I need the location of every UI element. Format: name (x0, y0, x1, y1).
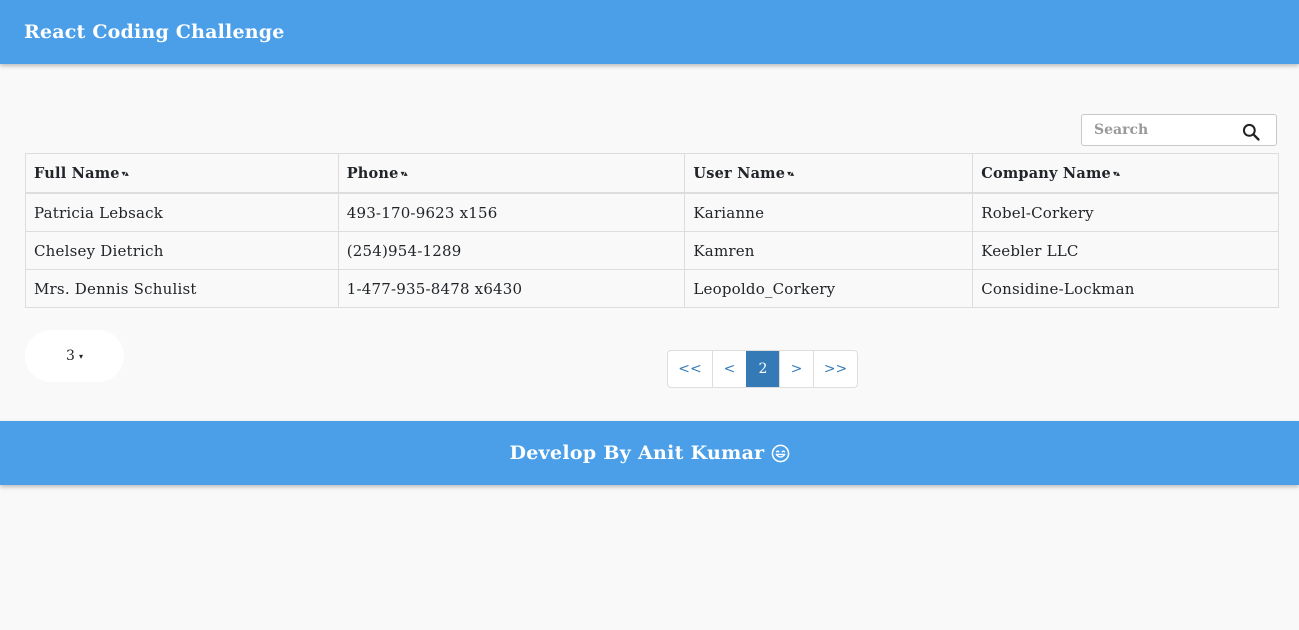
cell-phone: (254)954-1289 (337, 231, 686, 270)
current-page-button[interactable]: 2 (746, 351, 779, 387)
column-header-user-name[interactable]: User Name ▾▴ (684, 153, 974, 194)
page-size-value: 3 (66, 348, 75, 364)
page-size-dropdown[interactable]: 3 ▾ (25, 330, 124, 382)
column-label: Company Name (981, 164, 1111, 182)
cell-full-name: Patricia Lebsack (25, 192, 339, 232)
column-header-company-name[interactable]: Company Name ▾▴ (972, 153, 1279, 194)
cell-company: Considine-Lockman (972, 269, 1279, 308)
footer-text: Develop By Anit Kumar (509, 442, 765, 464)
prev-page-button[interactable]: < (712, 351, 746, 387)
column-header-full-name[interactable]: Full Name ▾▴ (25, 153, 339, 194)
pagination: << < 2 > >> (667, 350, 858, 388)
cell-phone: 493-170-9623 x156 (337, 192, 686, 232)
cell-company: Robel-Corkery (972, 192, 1279, 232)
sort-caret-icon[interactable]: ▾▴ (1113, 168, 1120, 178)
app-header: React Coding Challenge (0, 0, 1299, 64)
cell-user-name: Karianne (684, 192, 974, 232)
users-table: Full Name ▾▴ Phone ▾▴ User Name ▾▴ Company … (25, 153, 1279, 308)
first-page-button[interactable]: << (668, 351, 712, 387)
column-header-phone[interactable]: Phone ▾▴ (337, 153, 686, 194)
sort-caret-icon[interactable]: ▾▴ (401, 168, 408, 178)
column-label: User Name (693, 164, 786, 182)
sort-caret-icon[interactable]: ▾▴ (122, 168, 129, 178)
last-page-button[interactable]: >> (813, 351, 857, 387)
next-page-button[interactable]: > (779, 351, 813, 387)
search-box[interactable] (1081, 114, 1277, 146)
cell-company: Keebler LLC (972, 231, 1279, 270)
cell-user-name: Kamren (684, 231, 974, 270)
search-input[interactable] (1082, 115, 1244, 145)
cell-phone: 1-477-935-8478 x6430 (337, 269, 686, 308)
smile-icon (771, 444, 789, 462)
table-row: Mrs. Dennis Schulist 1-477-935-8478 x643… (25, 269, 1279, 308)
chevron-down-icon: ▾ (78, 351, 83, 361)
app-footer: Develop By Anit Kumar (0, 421, 1299, 485)
cell-full-name: Mrs. Dennis Schulist (25, 269, 339, 308)
column-label: Phone (346, 164, 399, 182)
cell-user-name: Leopoldo_Corkery (684, 269, 974, 308)
cell-full-name: Chelsey Dietrich (25, 231, 339, 270)
search-icon[interactable] (1241, 122, 1261, 142)
app-title: React Coding Challenge (24, 21, 285, 43)
column-label: Full Name (34, 164, 120, 182)
table-row: Patricia Lebsack 493-170-9623 x156 Karia… (25, 192, 1279, 232)
table-header-row: Full Name ▾▴ Phone ▾▴ User Name ▾▴ Company … (25, 153, 1279, 194)
sort-caret-icon[interactable]: ▾▴ (787, 168, 794, 178)
table-row: Chelsey Dietrich (254)954-1289 Kamren Ke… (25, 231, 1279, 270)
